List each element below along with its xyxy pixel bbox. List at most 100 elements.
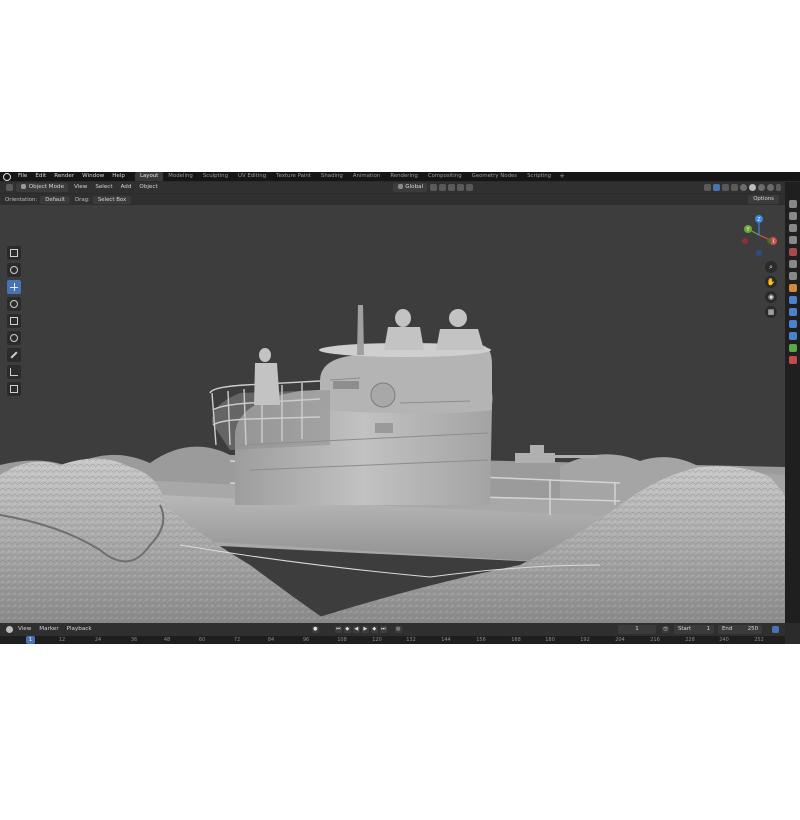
pan-hand-icon[interactable]: ✋ xyxy=(765,276,777,288)
next-keyframe-icon[interactable]: ◆ xyxy=(370,626,378,633)
output-properties-icon[interactable] xyxy=(788,224,797,232)
jump-start-icon[interactable]: ⏮ xyxy=(334,626,342,633)
data-properties-icon[interactable] xyxy=(788,344,797,352)
ortho-grid-icon[interactable]: ▦ xyxy=(765,306,777,318)
timeline-menu-view[interactable]: View xyxy=(14,623,35,636)
timeline-editor-icon[interactable] xyxy=(6,626,13,633)
measure-tool[interactable] xyxy=(7,365,21,379)
shading-options-icon[interactable] xyxy=(776,184,782,191)
ruler-tick: 192 xyxy=(580,637,590,643)
scale-tool[interactable] xyxy=(7,314,21,328)
mode-dropdown[interactable]: Object Mode xyxy=(16,183,69,192)
transform-tool[interactable] xyxy=(7,331,21,345)
tab-rendering[interactable]: Rendering xyxy=(385,172,423,181)
timeline-menu-playback[interactable]: Playback xyxy=(63,623,96,636)
annotate-tool[interactable] xyxy=(7,348,21,362)
menu-select[interactable]: Select xyxy=(91,182,116,193)
ruler-tick: 72 xyxy=(233,637,241,643)
tab-sculpting[interactable]: Sculpting xyxy=(198,172,233,181)
menu-window[interactable]: Window xyxy=(78,172,108,181)
menu-object[interactable]: Object xyxy=(135,182,161,193)
menu-edit[interactable]: Edit xyxy=(31,172,50,181)
tab-geometry-nodes[interactable]: Geometry Nodes xyxy=(467,172,522,181)
menu-help[interactable]: Help xyxy=(108,172,129,181)
tab-animation[interactable]: Animation xyxy=(348,172,385,181)
menu-add[interactable]: Add xyxy=(117,182,136,193)
snap-settings-icon[interactable] xyxy=(448,184,456,191)
timeline-menu-marker[interactable]: Marker xyxy=(35,623,62,636)
3d-viewport[interactable]: Z X Y ⌕ ✋ ◉ ▦ xyxy=(0,205,785,623)
ruler-tick: 96 xyxy=(302,637,310,643)
tab-shading[interactable]: Shading xyxy=(316,172,348,181)
cursor-icon xyxy=(10,266,18,274)
gizmo-toggle-icon[interactable] xyxy=(713,184,721,191)
overlay-toggle-icon[interactable] xyxy=(722,184,730,191)
tool-properties-icon[interactable] xyxy=(788,200,797,208)
physics-properties-icon[interactable] xyxy=(788,320,797,328)
menu-render[interactable]: Render xyxy=(50,172,78,181)
proportional-edit-icon[interactable] xyxy=(457,184,465,191)
keying-icon[interactable] xyxy=(772,626,779,633)
render-properties-icon[interactable] xyxy=(788,212,797,220)
clock-icon[interactable]: ◷ xyxy=(662,626,669,633)
add-workspace-button[interactable]: + xyxy=(556,172,568,181)
visibility-icon[interactable] xyxy=(704,184,712,191)
start-frame-field[interactable]: Start 1 xyxy=(674,625,714,634)
tab-scripting[interactable]: Scripting xyxy=(522,172,556,181)
pivot-icon[interactable] xyxy=(430,184,438,191)
tower-plate xyxy=(333,381,359,389)
constraints-properties-icon[interactable] xyxy=(788,332,797,340)
tab-layout[interactable]: Layout xyxy=(134,172,164,181)
tab-texture-paint[interactable]: Texture Paint xyxy=(271,172,316,181)
neg-y-handle[interactable] xyxy=(767,238,773,244)
view-layer-properties-icon[interactable] xyxy=(788,236,797,244)
zoom-icon[interactable]: ⌕ xyxy=(765,261,777,273)
play-reverse-icon[interactable]: ◀ xyxy=(352,626,360,633)
material-properties-icon[interactable] xyxy=(788,356,797,364)
orientation-dropdown[interactable]: Global xyxy=(392,183,428,192)
blender-window: File Edit Render Window Help Layout Mode… xyxy=(0,172,800,644)
play-icon[interactable]: ▶ xyxy=(361,626,369,633)
modifier-properties-icon[interactable] xyxy=(788,296,797,304)
navigation-gizmo[interactable]: Z X Y xyxy=(737,213,781,257)
current-frame-marker[interactable]: 1 xyxy=(26,636,35,644)
current-frame-field[interactable]: 1 xyxy=(618,625,656,634)
select-box-tool[interactable] xyxy=(7,246,21,260)
snap-icon[interactable] xyxy=(439,184,447,191)
prev-keyframe-icon[interactable]: ◆ xyxy=(343,626,351,633)
tab-uv-editing[interactable]: UV Editing xyxy=(233,172,271,181)
tower-emblem xyxy=(370,382,396,408)
end-frame-field[interactable]: End 250 xyxy=(718,625,762,634)
frame-ruler[interactable]: 1 12 24 36 48 60 72 84 96 108 120 132 14… xyxy=(0,636,785,644)
move-tool[interactable] xyxy=(7,280,21,294)
object-properties-icon[interactable] xyxy=(788,284,797,292)
falloff-icon[interactable] xyxy=(466,184,474,191)
xray-toggle-icon[interactable] xyxy=(731,184,739,191)
editor-type-icon[interactable] xyxy=(6,184,13,191)
auto-key-icon[interactable]: ◎ xyxy=(394,626,402,633)
particles-properties-icon[interactable] xyxy=(788,308,797,316)
material-shading-icon[interactable] xyxy=(758,184,766,191)
record-icon[interactable]: ● xyxy=(311,626,319,633)
solid-shading-icon[interactable] xyxy=(749,184,757,191)
orientation-default-dropdown[interactable]: Default xyxy=(40,195,70,204)
scene-properties-icon[interactable] xyxy=(788,248,797,256)
rotate-tool[interactable] xyxy=(7,297,21,311)
rendered-shading-icon[interactable] xyxy=(767,184,775,191)
options-button[interactable]: Options xyxy=(748,195,779,204)
neg-x-handle[interactable] xyxy=(742,238,748,244)
camera-view-icon[interactable]: ◉ xyxy=(765,291,777,303)
tab-compositing[interactable]: Compositing xyxy=(423,172,467,181)
jump-end-icon[interactable]: ⏭ xyxy=(379,626,387,633)
add-cube-tool[interactable] xyxy=(7,382,21,396)
drag-dropdown[interactable]: Select Box xyxy=(92,195,132,204)
neg-z-handle[interactable] xyxy=(756,250,762,256)
tab-modeling[interactable]: Modeling xyxy=(163,172,198,181)
world-properties-icon[interactable] xyxy=(788,260,797,268)
blender-logo-icon[interactable] xyxy=(3,172,11,181)
menu-view[interactable]: View xyxy=(70,182,91,193)
menu-file[interactable]: File xyxy=(14,172,31,181)
cursor-tool[interactable] xyxy=(7,263,21,277)
collection-properties-icon[interactable] xyxy=(788,272,797,280)
wireframe-shading-icon[interactable] xyxy=(740,184,748,191)
